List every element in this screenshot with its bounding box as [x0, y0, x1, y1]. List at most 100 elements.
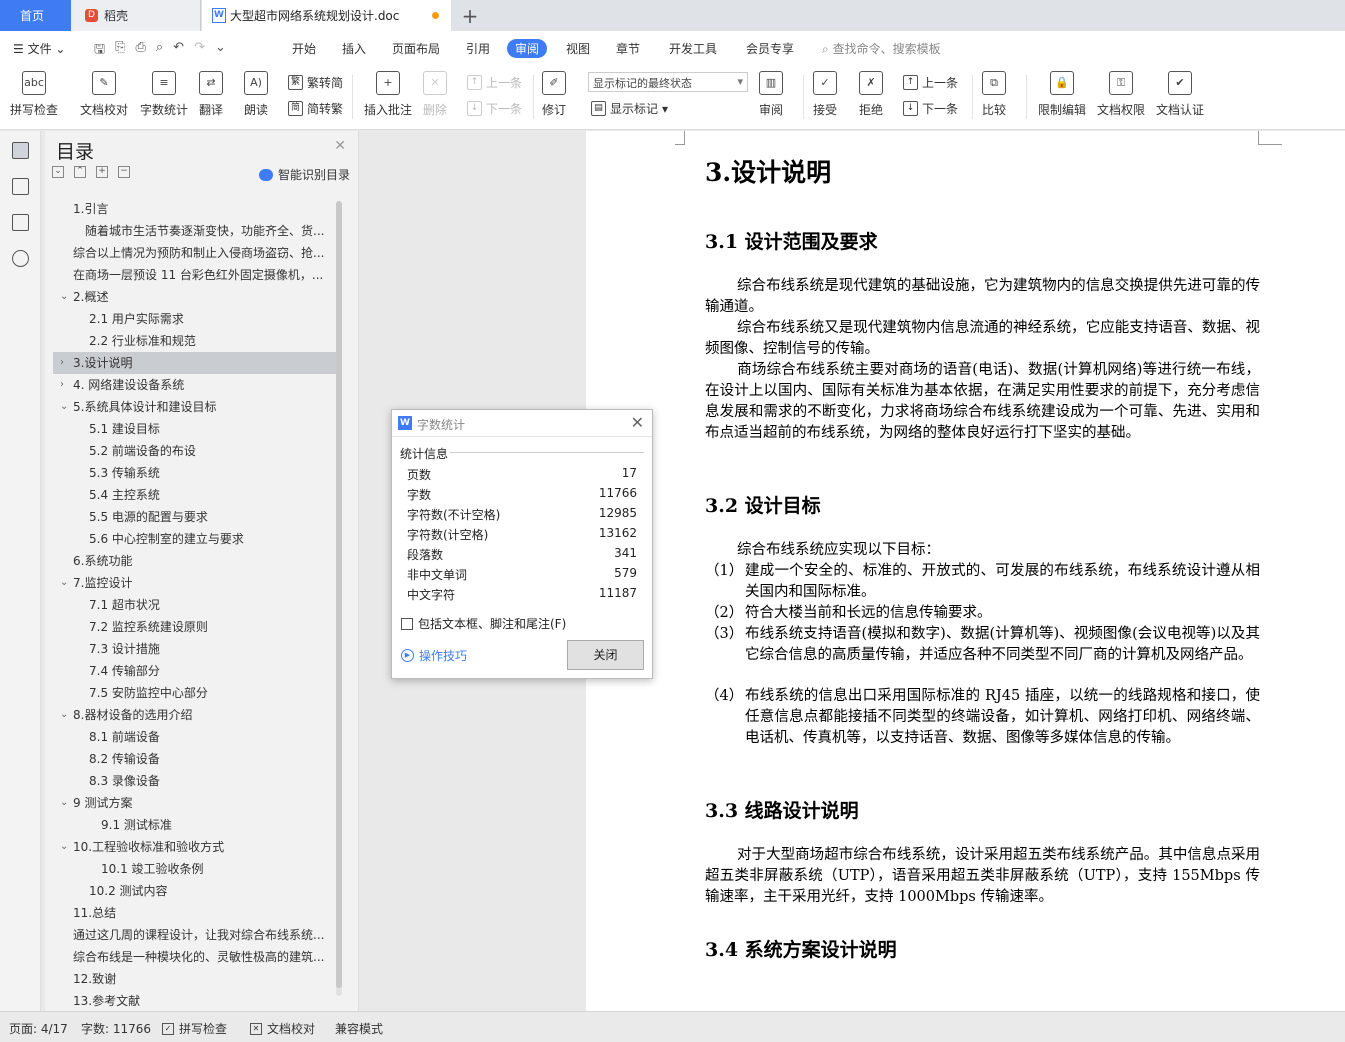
menu-view[interactable]: 视图	[566, 40, 590, 57]
toc-item[interactable]: 8.3 录像设备	[53, 770, 337, 792]
document-page[interactable]: 3.设计说明 3.1 设计范围及要求 综合布线系统是现代建筑的基础设施，它为建筑…	[586, 131, 1345, 1011]
close-icon[interactable]: ✕	[631, 413, 644, 432]
toc-item[interactable]: 10.1 竣工验收条例	[53, 858, 337, 880]
tab-home[interactable]: 首页	[0, 0, 71, 31]
toc-item[interactable]: 5.5 电源的配置与要求	[53, 506, 337, 528]
spellcheck-toggle[interactable]: ✓ 拼写检查	[162, 1020, 227, 1037]
toc-item[interactable]: ⌄ 2.概述	[53, 286, 337, 308]
toc-item[interactable]: 2.2 行业标准和规范	[53, 330, 337, 352]
toc-item[interactable]: ⌄ 9 测试方案	[53, 792, 337, 814]
toc-item[interactable]: ⌄ 10.工程验收标准和验收方式	[53, 836, 337, 858]
word-count-button[interactable]: ≡ 字数统计	[140, 71, 188, 118]
chevron-down-icon[interactable]: ⌄	[60, 792, 70, 814]
menu-chapter[interactable]: 章节	[616, 40, 640, 57]
command-search[interactable]: ⌕ 查找命令、搜索模板	[822, 40, 941, 57]
toc-item[interactable]: ⌄ 5.系统具体设计和建设目标	[53, 396, 337, 418]
toc-item[interactable]: 综合布线是一种模块化的、灵敏性极高的建筑...	[53, 946, 337, 968]
toc-item[interactable]: ⌄ 7.监控设计	[53, 572, 337, 594]
doc-auth-button[interactable]: ✔ 文档认证	[1156, 71, 1204, 118]
spellcheck-button[interactable]: abc 拼写检查	[10, 71, 58, 118]
toc-item[interactable]: ⌄ 8.器材设备的选用介绍	[53, 704, 337, 726]
doc-permission-button[interactable]: ⚿ 文档权限	[1097, 71, 1145, 118]
toc-item[interactable]: › 3.设计说明	[53, 352, 337, 374]
new-tab-button[interactable]: +	[460, 0, 480, 31]
dialog-titlebar[interactable]: W 字数统计 ✕	[392, 410, 652, 437]
scrollbar-thumb[interactable]	[336, 201, 342, 988]
show-markup-button[interactable]: ▤ 显示标记 ▾	[591, 100, 668, 117]
menu-start[interactable]: 开始	[292, 40, 316, 57]
smart-toc-button[interactable]: 智能识别目录	[258, 166, 350, 183]
toc-item[interactable]: 8.1 前端设备	[53, 726, 337, 748]
markup-state-select[interactable]: 显示标记的最终状态	[588, 72, 748, 92]
chevron-down-icon[interactable]: ⌄	[60, 836, 70, 858]
review-pane-button[interactable]: ▥ 审阅	[759, 71, 783, 118]
toc-item[interactable]: 2.1 用户实际需求	[53, 308, 337, 330]
doccheck-toggle[interactable]: ✕ 文档校对	[250, 1020, 315, 1037]
menu-member[interactable]: 会员专享	[746, 40, 794, 57]
toc-item[interactable]: 9.1 测试标准	[53, 814, 337, 836]
menu-insert[interactable]: 插入	[342, 40, 366, 57]
customize-chevron-icon[interactable]: ⌄	[215, 40, 226, 62]
toc-nav-icon[interactable]	[12, 142, 29, 159]
prev-comment-button[interactable]: ↑ 上一条	[467, 74, 522, 91]
chevron-down-icon[interactable]: ⌄	[60, 572, 70, 594]
menu-developer[interactable]: 开发工具	[669, 40, 717, 57]
chevron-right-icon[interactable]: ›	[60, 374, 70, 396]
toc-item[interactable]: 8.2 传输设备	[53, 748, 337, 770]
toc-item[interactable]: 1.引言	[53, 198, 337, 220]
accept-button[interactable]: ✓ 接受	[813, 71, 837, 118]
redo-icon[interactable]: ↷	[194, 40, 205, 62]
chapter-nav-icon[interactable]	[12, 178, 29, 195]
undo-icon[interactable]: ↶	[173, 40, 184, 62]
word-count-indicator[interactable]: 字数: 11766	[81, 1020, 151, 1037]
track-changes-button[interactable]: ✐ 修订	[542, 71, 566, 118]
toc-item[interactable]: 5.1 建设目标	[53, 418, 337, 440]
export-pdf-icon[interactable]: ⎘	[115, 40, 125, 62]
file-menu-button[interactable]: ☰ 文件 ⌄	[13, 40, 65, 57]
toc-item[interactable]: 随着城市生活节奏逐渐变快，功能齐全、货...	[53, 220, 337, 242]
toc-item[interactable]: 5.2 前端设备的布设	[53, 440, 337, 462]
toc-item[interactable]: 7.5 安防监控中心部分	[53, 682, 337, 704]
next-change-button[interactable]: ↓ 下一条	[903, 100, 958, 117]
expand-all-icon[interactable]: ⌃	[74, 166, 86, 178]
close-icon[interactable]: ✕	[334, 138, 346, 154]
close-button[interactable]: 关闭	[567, 640, 644, 670]
print-preview-icon[interactable]: ⌕	[156, 40, 163, 62]
to-traditional-button[interactable]: 繁繁转简	[288, 74, 343, 91]
page-indicator[interactable]: 页面: 4/17	[9, 1020, 68, 1037]
toc-item[interactable]: 13.参考文献	[53, 990, 337, 1008]
save-icon[interactable]: 🖫	[94, 40, 105, 62]
bookmark-icon[interactable]	[12, 214, 29, 231]
delete-comment-button[interactable]: ✕ 删除	[423, 71, 447, 118]
to-simplified-button[interactable]: 简简转繁	[288, 100, 343, 117]
read-aloud-button[interactable]: A) 朗读	[244, 71, 268, 118]
toc-item[interactable]: › 4. 网络建设设备系统	[53, 374, 337, 396]
toc-item[interactable]: 5.6 中心控制室的建立与要求	[53, 528, 337, 550]
compare-button[interactable]: ⧉ 比较	[982, 71, 1006, 118]
toc-item[interactable]: 7.1 超市状况	[53, 594, 337, 616]
menu-review[interactable]: 审阅	[507, 39, 548, 58]
collapse-all-icon[interactable]: ⌄	[52, 166, 64, 178]
toc-item[interactable]: 7.4 传输部分	[53, 660, 337, 682]
remove-heading-icon[interactable]: −	[118, 166, 130, 178]
next-comment-button[interactable]: ↓ 下一条	[467, 100, 522, 117]
tab-document[interactable]: W 大型超市网络系统规划设计.doc	[202, 0, 451, 31]
toc-item[interactable]: 通过这几周的课程设计，让我对综合布线系统...	[53, 924, 337, 946]
tips-link[interactable]: ▶ 操作技巧	[401, 647, 467, 664]
menu-reference[interactable]: 引用	[466, 40, 490, 57]
toc-item[interactable]: 10.2 测试内容	[53, 880, 337, 902]
toc-item[interactable]: 11.总结	[53, 902, 337, 924]
toc-item[interactable]: 6.系统功能	[53, 550, 337, 572]
chevron-down-icon[interactable]: ⌄	[60, 704, 70, 726]
reject-button[interactable]: ✗ 拒绝	[859, 71, 883, 118]
tab-docer[interactable]: D 稻壳	[71, 0, 201, 31]
toc-item[interactable]: 5.4 主控系统	[53, 484, 337, 506]
restrict-edit-button[interactable]: 🔒 限制编辑	[1038, 71, 1086, 118]
toc-item[interactable]: 综合以上情况为预防和制止入侵商场盗窃、抢...	[53, 242, 337, 264]
include-textbox-checkbox[interactable]: 包括文本框、脚注和尾注(F)	[401, 615, 566, 632]
insert-comment-button[interactable]: + 插入批注	[364, 71, 412, 118]
toc-item[interactable]: 7.2 监控系统建设原则	[53, 616, 337, 638]
chevron-down-icon[interactable]: ⌄	[60, 286, 70, 308]
toc-item[interactable]: 5.3 传输系统	[53, 462, 337, 484]
menu-layout[interactable]: 页面布局	[392, 40, 440, 57]
